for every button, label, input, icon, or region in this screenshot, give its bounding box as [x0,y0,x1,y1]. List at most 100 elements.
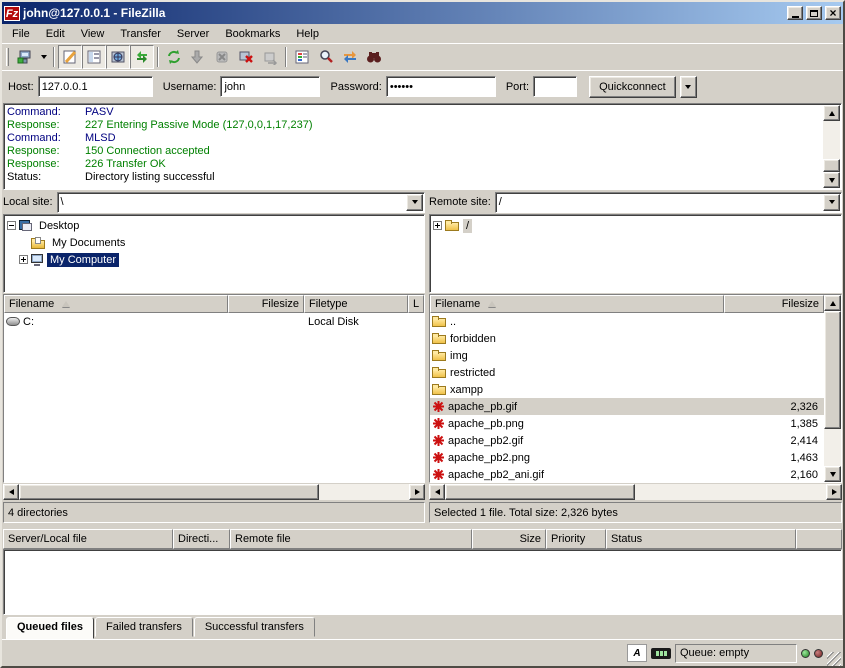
queue-list[interactable] [3,549,842,615]
host-input[interactable] [38,76,153,97]
column-header-status[interactable]: Status [606,529,796,549]
tree-item-desktop[interactable]: Desktop [7,217,423,234]
column-header-filename[interactable]: Filename [4,295,228,313]
scroll-thumb[interactable] [19,484,319,500]
process-queue-button[interactable] [186,45,210,69]
file-row-selected[interactable]: apache_pb.gif2,326 [430,398,824,415]
scroll-thumb[interactable] [823,159,840,172]
column-header-filesize[interactable]: Filesize [724,295,824,313]
tree-item-my-documents[interactable]: My Documents [7,234,423,251]
cancel-button[interactable] [210,45,234,69]
menu-transfer[interactable]: Transfer [112,26,169,42]
collapse-icon[interactable] [7,221,16,230]
menu-view[interactable]: View [73,26,113,42]
file-row[interactable]: apache_pb2.gif2,414 [430,432,824,449]
file-row[interactable]: apache_pb2.png1,463 [430,449,824,466]
site-manager-button[interactable] [13,45,37,69]
toggle-local-tree-button[interactable] [82,45,106,69]
toggle-transfer-queue-button[interactable] [130,45,154,69]
file-row[interactable]: img [430,347,824,364]
remote-site-combobox[interactable]: / [495,192,842,213]
disconnect-icon [238,49,254,65]
reconnect-button[interactable] [258,45,282,69]
tree-item-root[interactable]: / [433,217,840,234]
log-line-label: Command: [7,132,85,145]
column-header-size[interactable]: Size [472,529,546,549]
disconnect-button[interactable] [234,45,258,69]
scroll-left-button[interactable] [3,484,19,500]
log-scrollbar[interactable] [823,105,840,188]
refresh-button[interactable] [162,45,186,69]
column-header-filename[interactable]: Filename [430,295,724,313]
expand-icon[interactable] [433,221,442,230]
folder-icon [432,367,447,378]
quickconnect-bar: Host: Username: Password: Port: Quickcon… [2,70,843,102]
indicator-badge-icon[interactable] [651,648,671,659]
toggle-remote-tree-button[interactable] [106,45,130,69]
log-line-text: PASV [85,106,114,119]
local-hscrollbar[interactable] [3,484,425,500]
folder-icon [432,384,447,395]
port-input[interactable] [533,76,577,97]
local-list-header: Filename Filesize Filetype L [4,295,424,313]
menu-file[interactable]: File [4,26,38,42]
scroll-down-button[interactable] [823,172,840,188]
file-row-c-drive[interactable]: C: Local Disk [4,313,424,330]
tab-failed-transfers[interactable]: Failed transfers [95,617,193,637]
username-input[interactable] [220,76,320,97]
scroll-up-button[interactable] [823,105,840,121]
remote-site-dropdown[interactable] [823,194,840,211]
scroll-thumb[interactable] [824,311,841,429]
minimize-button[interactable] [787,6,803,20]
image-file-icon [432,434,445,447]
scroll-left-button[interactable] [429,484,445,500]
quickconnect-dropdown[interactable] [680,76,697,98]
arrow-up-icon [830,301,836,306]
expand-icon[interactable] [19,255,28,264]
menu-bookmarks[interactable]: Bookmarks [217,26,288,42]
local-site-dropdown[interactable] [406,194,423,211]
column-header-direction[interactable]: Directi... [173,529,230,549]
menu-edit[interactable]: Edit [38,26,73,42]
column-header-priority[interactable]: Priority [546,529,606,549]
column-header-filesize[interactable]: Filesize [228,295,304,313]
tab-successful-transfers[interactable]: Successful transfers [194,617,315,637]
resize-grip[interactable] [827,652,841,666]
quickconnect-button[interactable]: Quickconnect [589,76,676,98]
file-row[interactable]: apache_pb.png1,385 [430,415,824,432]
data-type-indicator-icon[interactable]: A [627,644,647,662]
file-row[interactable]: apache_pb2_ani.gif2,160 [430,466,824,482]
file-row[interactable]: restricted [430,364,824,381]
directory-filter-button[interactable] [290,45,314,69]
scroll-thumb[interactable] [445,484,635,500]
menu-server[interactable]: Server [169,26,217,42]
column-header-last-modified[interactable]: L [408,295,424,313]
file-row[interactable]: forbidden [430,330,824,347]
tab-queued-files[interactable]: Queued files [6,617,94,639]
file-row[interactable]: xampp [430,381,824,398]
directory-comparison-button[interactable] [314,45,338,69]
scroll-right-button[interactable] [826,484,842,500]
scroll-down-button[interactable] [824,466,841,482]
toolbar-grip[interactable] [6,48,9,66]
site-manager-dropdown[interactable] [37,46,50,68]
column-header-filetype[interactable]: Filetype [304,295,408,313]
scroll-up-button[interactable] [824,295,841,311]
file-row[interactable]: .. [430,313,824,330]
remote-vscrollbar[interactable] [824,295,841,482]
scroll-right-button[interactable] [409,484,425,500]
menu-help[interactable]: Help [288,26,327,42]
column-header-remote-file[interactable]: Remote file [230,529,472,549]
find-files-button[interactable] [362,45,386,69]
column-header-server-local-file[interactable]: Server/Local file [3,529,173,549]
tree-item-my-computer[interactable]: My Computer [7,251,423,268]
close-button[interactable]: × [825,6,841,20]
remote-site-label: Remote site: [429,196,491,208]
local-site-combobox[interactable]: \ [57,192,425,213]
synchronized-browsing-button[interactable] [338,45,362,69]
maximize-button[interactable] [806,6,822,20]
password-input[interactable] [386,76,496,97]
remote-hscrollbar[interactable] [429,484,842,500]
message-log: Command:PASV Response:227 Entering Passi… [3,103,842,190]
toggle-message-log-button[interactable] [58,45,82,69]
